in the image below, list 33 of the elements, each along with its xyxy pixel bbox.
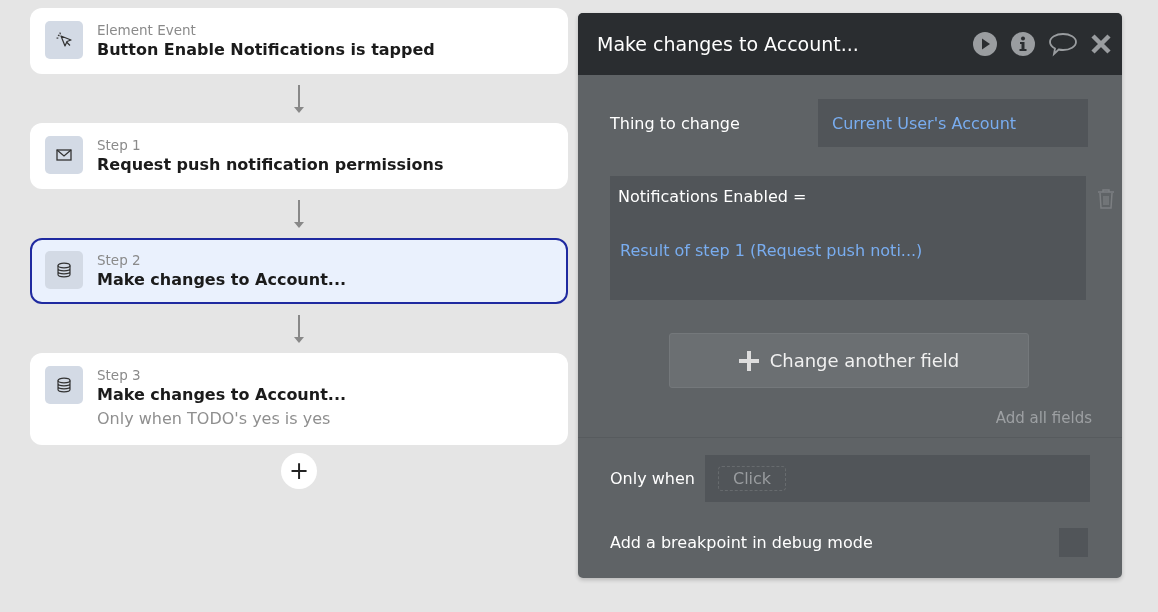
step-title: Request push notification permissions (97, 154, 444, 176)
step-condition: Only when TODO's yes is yes (97, 408, 332, 430)
down-arrow (293, 83, 305, 114)
cursor-icon (45, 21, 83, 59)
info-icon[interactable] (1010, 31, 1036, 57)
workflow-step-card[interactable]: Step 2 Make changes to Account... (30, 238, 568, 304)
step-label: Step 2 (97, 251, 142, 269)
step-label: Element Event (97, 21, 197, 39)
workflow-step-card[interactable]: Step 1 Request push notification permissions (30, 123, 568, 189)
step-label: Step 1 (97, 136, 142, 154)
workflow-step-card[interactable]: Element Event Button Enable Notifications is tapped (30, 8, 568, 74)
play-icon[interactable] (972, 31, 998, 57)
down-arrow (293, 313, 305, 344)
field-name: Notifications Enabled = (618, 187, 808, 206)
close-icon[interactable] (1090, 33, 1112, 55)
panel-title: Make changes to Account... (597, 33, 859, 55)
step-title: Make changes to Account... (97, 384, 347, 406)
checkbox-label: Add a breakpoint in debug mode (610, 533, 873, 552)
envelope-icon (45, 136, 83, 174)
database-icon (45, 251, 83, 289)
comment-icon[interactable] (1048, 31, 1078, 57)
add-step-button[interactable]: + (281, 453, 317, 489)
workflow-step-card[interactable]: Step 3 Make changes to Account... Only when TODO's yes is yes (30, 353, 568, 445)
field-label: Only when (610, 469, 695, 488)
database-icon (45, 366, 83, 404)
step-label: Step 3 (97, 366, 142, 384)
plus-icon (737, 349, 760, 372)
step-title: Make changes to Account... (97, 269, 347, 291)
change-field-button[interactable]: Change another field (668, 333, 1029, 388)
field-label: Thing to change (610, 113, 740, 133)
field-assignment[interactable]: Notifications Enabled = Result of step 1 (Request push noti...) (610, 176, 1086, 300)
down-arrow (293, 198, 305, 229)
step-title: Button Enable Notifications is tapped (97, 39, 435, 61)
